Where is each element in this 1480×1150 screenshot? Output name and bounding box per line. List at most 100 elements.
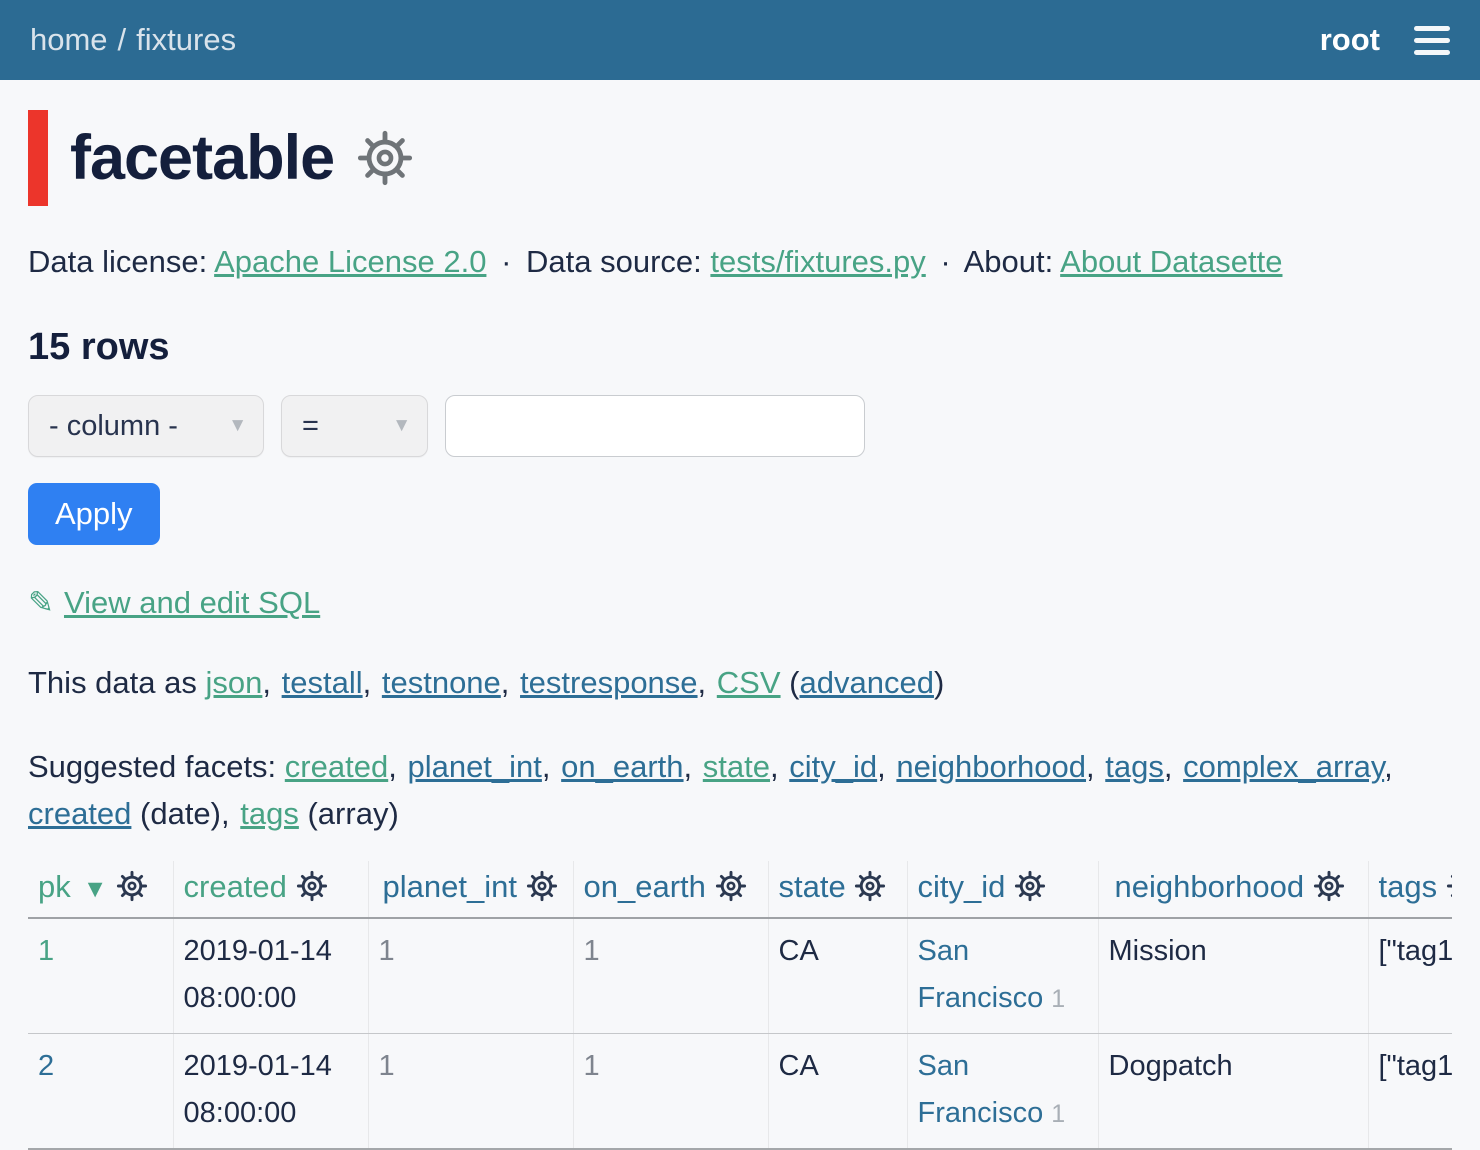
source-label: Data source: [526,244,702,279]
cell-city-id: San Francisco 1 [907,918,1098,1033]
export-prefix: This data as [28,665,197,700]
facet-link-state[interactable]: state [703,749,770,784]
column-cog-icon[interactable] [854,869,886,904]
foreign-key-count: 1 [1051,1100,1065,1128]
column-cog-icon[interactable] [1313,869,1345,904]
title-row: facetable [28,110,1452,206]
foreign-key-count: 1 [1051,985,1065,1013]
about-link[interactable]: About Datasette [1060,244,1282,279]
results-table-wrap: pk ▼ created planet_int on_earth state ci… [28,861,1452,1150]
breadcrumb-home-link[interactable]: home [30,22,108,57]
column-header-tags: tags [1368,861,1452,918]
column-header-tags-link[interactable]: tags [1379,869,1438,904]
cell-city-id: San Francisco 1 [907,1034,1098,1149]
export-links: This data as json, testall, testnone, te… [28,665,1452,701]
facet-link-tags-array[interactable]: tags [240,796,299,831]
chevron-down-icon: ▼ [392,415,411,437]
filter-value-input[interactable] [445,395,865,457]
view-edit-sql-link[interactable]: View and edit SQL [64,585,320,620]
page-title: facetable [70,122,334,194]
facet-link-created-date[interactable]: created [28,796,131,831]
row-count: 15 rows [28,326,1452,369]
suggested-facets: Suggested facets: created, planet_int, o… [28,743,1443,837]
column-header-city-id: city_id [907,861,1098,918]
breadcrumb-separator: / [118,22,127,57]
about-label: About: [964,244,1054,279]
column-header-planet-int: planet_int [368,861,573,918]
license-link[interactable]: Apache License 2.0 [214,244,486,279]
cell-tags: ["tag1", "tag2"] [1368,918,1452,1033]
license-label: Data license: [28,244,207,279]
export-link-testresponse[interactable]: testresponse [520,665,698,700]
column-header-city-id-link[interactable]: city_id [918,869,1006,904]
cell-pk: 2 [28,1034,173,1149]
city-link[interactable]: San Francisco [918,935,1044,1014]
city-link[interactable]: San Francisco [918,1050,1044,1129]
table-header-row: pk ▼ created planet_int on_earth state ci… [28,861,1452,918]
table-row: 1 2019-01-14 08:00:00 1 1 CA San Francis… [28,918,1452,1033]
column-header-on-earth-link[interactable]: on_earth [584,869,706,904]
hamburger-menu-icon[interactable] [1414,22,1450,59]
column-header-neighborhood: neighborhood [1098,861,1368,918]
cell-state: CA [768,1034,907,1149]
facet-link-planet-int[interactable]: planet_int [407,749,541,784]
breadcrumb: home / fixtures [30,22,236,58]
column-cog-icon[interactable] [116,869,148,904]
filter-row: - column - ▼ = ▼ [28,395,1452,457]
row-pk-link[interactable]: 1 [38,935,54,967]
cell-created: 2019-01-14 08:00:00 [173,918,368,1033]
column-header-created: created [173,861,368,918]
facets-prefix: Suggested facets: [28,749,276,784]
column-cog-icon[interactable] [1446,869,1452,904]
cell-created: 2019-01-14 08:00:00 [173,1034,368,1149]
sort-desc-icon: ▼ [83,875,108,903]
column-header-neighborhood-link[interactable]: neighborhood [1115,869,1305,904]
column-header-on-earth: on_earth [573,861,768,918]
logged-in-user: root [1320,22,1380,58]
column-cog-icon[interactable] [1014,869,1046,904]
facet-link-tags[interactable]: tags [1105,749,1164,784]
row-pk-link[interactable]: 2 [38,1050,54,1082]
facet-link-complex-array[interactable]: complex_array [1183,749,1384,784]
cell-neighborhood: Dogpatch [1098,1034,1368,1149]
sql-row: ✎ View and edit SQL [28,585,1452,621]
apply-button[interactable]: Apply [28,483,160,545]
column-header-created-link[interactable]: created [184,869,287,904]
facet-link-created[interactable]: created [285,749,388,784]
export-link-json[interactable]: json [206,665,263,700]
filter-column-select[interactable]: - column - ▼ [28,395,264,457]
export-link-advanced[interactable]: advanced [800,665,934,700]
table-actions-gear-icon[interactable] [356,129,414,187]
facet-link-neighborhood[interactable]: neighborhood [896,749,1086,784]
facet-link-city-id[interactable]: city_id [789,749,877,784]
breadcrumb-database-link[interactable]: fixtures [136,22,236,57]
cell-on-earth: 1 [573,918,768,1033]
cell-planet-int: 1 [368,918,573,1033]
column-cog-icon[interactable] [715,869,747,904]
cell-pk: 1 [28,918,173,1033]
column-header-state: state [768,861,907,918]
cell-on-earth: 1 [573,1034,768,1149]
title-accent-bar [28,110,48,206]
column-cog-icon[interactable] [296,869,328,904]
cell-neighborhood: Mission [1098,918,1368,1033]
export-link-csv[interactable]: CSV [717,665,781,700]
export-link-testnone[interactable]: testnone [382,665,501,700]
pencil-icon: ✎ [28,585,54,620]
export-link-testall[interactable]: testall [282,665,363,700]
column-header-state-link[interactable]: state [779,869,846,904]
column-header-planet-int-link[interactable]: planet_int [383,869,517,904]
column-header-pk: pk ▼ [28,861,173,918]
chevron-down-icon: ▼ [228,415,247,437]
column-header-pk-link[interactable]: pk [38,869,71,904]
header-right: root [1320,22,1450,59]
filter-operator-select[interactable]: = ▼ [281,395,428,457]
column-cog-icon[interactable] [526,869,558,904]
facet-link-on-earth[interactable]: on_earth [561,749,683,784]
cell-state: CA [768,918,907,1033]
results-table: pk ▼ created planet_int on_earth state ci… [28,861,1452,1150]
source-link[interactable]: tests/fixtures.py [710,244,925,279]
table-row: 2 2019-01-14 08:00:00 1 1 CA San Francis… [28,1034,1452,1149]
database-metadata: Data license: Apache License 2.0 · Data … [28,244,1452,280]
site-header: home / fixtures root [0,0,1480,80]
